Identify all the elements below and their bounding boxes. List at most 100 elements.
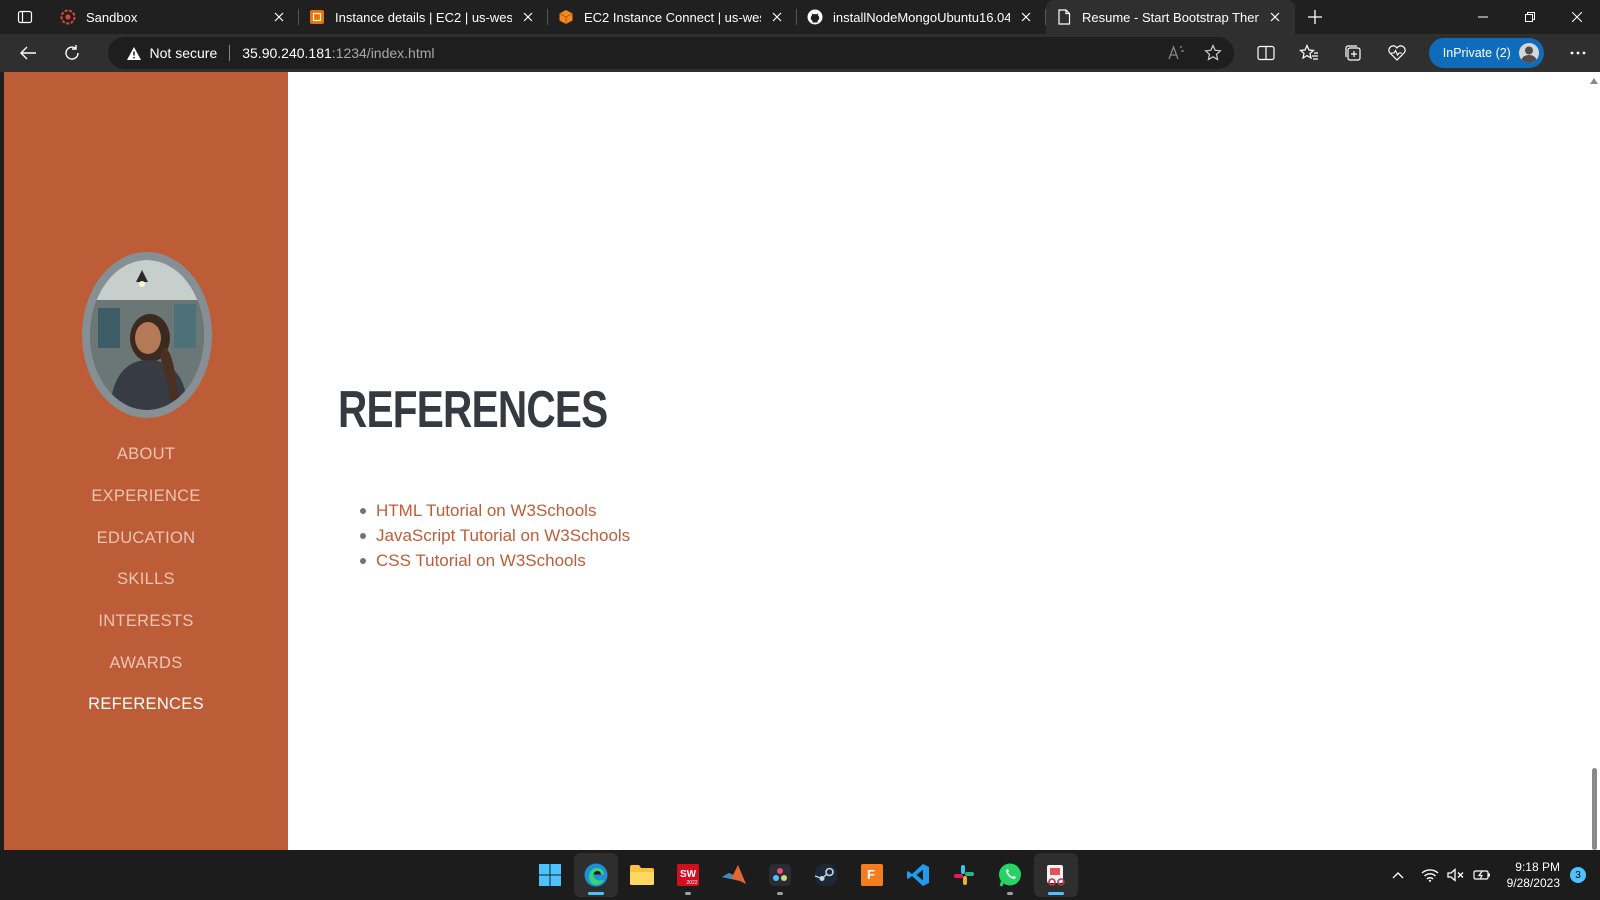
github-favicon (807, 9, 823, 25)
tab-resume[interactable]: Resume - Start Bootstrap Theme (1046, 0, 1295, 34)
plus-icon (1308, 10, 1322, 24)
nav-link-awards[interactable]: AWARDS (110, 654, 183, 673)
profile-avatar-icon (1517, 41, 1542, 65)
split-screen-icon (1256, 45, 1275, 61)
nav-link-about[interactable]: ABOUT (117, 445, 175, 464)
svg-text:F: F (867, 867, 875, 882)
tab-close-icon[interactable] (767, 7, 787, 27)
clock-time: 9:18 PM (1515, 860, 1560, 874)
taskbar-snipping-tool[interactable] (1034, 853, 1078, 897)
battery-charging-icon (1473, 870, 1490, 880)
windows-taskbar: SW 2022 F 9:18 PM 9/28/2023 3 (0, 850, 1600, 900)
scrollbar-thumb[interactable] (1592, 768, 1597, 850)
nav-link-experience[interactable]: EXPERIENCE (91, 487, 200, 506)
snipping-tool-icon (1047, 865, 1065, 886)
page-favicon (1056, 9, 1072, 25)
sidebar-item-awards: AWARDS (4, 642, 288, 684)
settings-more-button[interactable] (1556, 34, 1600, 72)
resume-sidebar: ABOUT EXPERIENCE EDUCATION SKILLS INTERE… (4, 72, 288, 850)
fusion360-icon: F (861, 864, 883, 886)
minimize-button[interactable] (1459, 0, 1506, 34)
security-label[interactable]: Not secure (150, 45, 218, 61)
address-bar[interactable]: Not secure 35.90.240.181:1234/index.html (107, 37, 1234, 69)
restore-icon (1524, 12, 1535, 22)
volume-button[interactable] (1443, 862, 1469, 888)
restore-button[interactable] (1506, 0, 1553, 34)
tab-close-icon[interactable] (1265, 7, 1285, 27)
tab-close-icon[interactable] (518, 7, 538, 27)
tab-ec2-instance-connect[interactable]: EC2 Instance Connect | us-west-2 (548, 0, 797, 34)
show-hidden-icons-button[interactable] (1385, 862, 1411, 888)
references-list: HTML Tutorial on W3Schools JavaScript Tu… (359, 498, 630, 573)
notification-badge[interactable]: 3 (1570, 867, 1586, 883)
browser-essentials-button[interactable] (1375, 34, 1419, 72)
taskbar-davinci[interactable] (758, 853, 802, 897)
svg-text:2022: 2022 (686, 880, 697, 886)
clock[interactable]: 9:18 PM 9/28/2023 (1507, 859, 1560, 891)
vscode-icon (907, 864, 929, 886)
list-item: CSS Tutorial on W3Schools (359, 548, 630, 573)
solidworks-icon: SW2022 (677, 864, 699, 886)
url-host: 35.90.240.181 (242, 45, 332, 61)
scroll-up-icon[interactable] (1590, 78, 1598, 84)
taskbar-edge[interactable] (574, 853, 618, 897)
volume-muted-icon (1446, 868, 1464, 882)
tab-close-icon[interactable] (269, 7, 289, 27)
tab-close-icon[interactable] (1016, 7, 1036, 27)
read-aloud-icon[interactable] (1168, 45, 1186, 61)
back-button[interactable] (6, 34, 50, 72)
nav-link-references[interactable]: REFERENCES (88, 695, 204, 714)
start-button[interactable] (528, 853, 572, 897)
running-indicator (685, 892, 691, 895)
window-controls (1459, 0, 1600, 34)
minimize-icon (1477, 16, 1488, 18)
battery-button[interactable] (1469, 862, 1495, 888)
tab-title: Resume - Start Bootstrap Theme (1082, 9, 1259, 25)
taskbar-whatsapp[interactable] (988, 853, 1032, 897)
more-dots-icon (1570, 51, 1586, 55)
taskbar-slack[interactable] (942, 853, 986, 897)
favorites-button[interactable] (1287, 34, 1331, 72)
tab-github-script[interactable]: installNodeMongoUbuntu16.04.sh (797, 0, 1046, 34)
reference-link-javascript[interactable]: JavaScript Tutorial on W3Schools (376, 526, 630, 546)
taskbar-vscode[interactable] (896, 853, 940, 897)
sidebar-item-interests: INTERESTS (4, 601, 288, 643)
refresh-button[interactable] (50, 34, 94, 72)
tab-strip: Sandbox Instance details | EC2 | us-west… (0, 0, 1600, 34)
close-window-button[interactable] (1553, 0, 1600, 34)
taskbar-file-explorer[interactable] (620, 853, 664, 897)
reference-link-html[interactable]: HTML Tutorial on W3Schools (376, 501, 596, 521)
inprivate-button[interactable]: InPrivate (2) (1428, 38, 1545, 68)
taskbar-steam[interactable] (804, 853, 848, 897)
collections-button[interactable] (1331, 34, 1375, 72)
favorites-icon (1299, 44, 1319, 60)
aws-cube-favicon (558, 9, 574, 25)
steam-icon (814, 863, 838, 887)
sidebar-item-references: REFERENCES (4, 684, 288, 726)
taskbar-solidworks[interactable]: SW 2022 (666, 853, 710, 897)
reference-link-css[interactable]: CSS Tutorial on W3Schools (376, 551, 586, 571)
tab-ec2-instance-details[interactable]: Instance details | EC2 | us-west-2 (299, 0, 548, 34)
nav-link-skills[interactable]: SKILLS (117, 570, 175, 589)
close-icon (1571, 12, 1582, 22)
edge-icon (584, 863, 608, 887)
split-screen-button[interactable] (1244, 34, 1288, 72)
tab-actions-button[interactable] (0, 0, 50, 34)
nav-link-interests[interactable]: INTERESTS (98, 612, 193, 631)
davinci-icon (769, 864, 791, 886)
warning-icon (126, 46, 141, 60)
favorite-star-icon[interactable] (1203, 44, 1222, 62)
new-tab-button[interactable] (1295, 0, 1335, 34)
active-indicator (1048, 892, 1064, 895)
nav-link-education[interactable]: EDUCATION (97, 529, 196, 548)
running-indicator (1007, 892, 1013, 895)
page-scrollbar[interactable] (1588, 72, 1600, 850)
taskbar-fusion360[interactable]: F (850, 853, 894, 897)
tab-sandbox[interactable]: Sandbox (50, 0, 299, 34)
browser-toolbar: Not secure 35.90.240.181:1234/index.html… (0, 34, 1600, 72)
slack-icon (954, 865, 974, 885)
collections-icon (1345, 45, 1361, 61)
taskbar-matlab[interactable] (712, 853, 756, 897)
tab-title: installNodeMongoUbuntu16.04.sh (833, 9, 1010, 25)
wifi-button[interactable] (1417, 862, 1443, 888)
